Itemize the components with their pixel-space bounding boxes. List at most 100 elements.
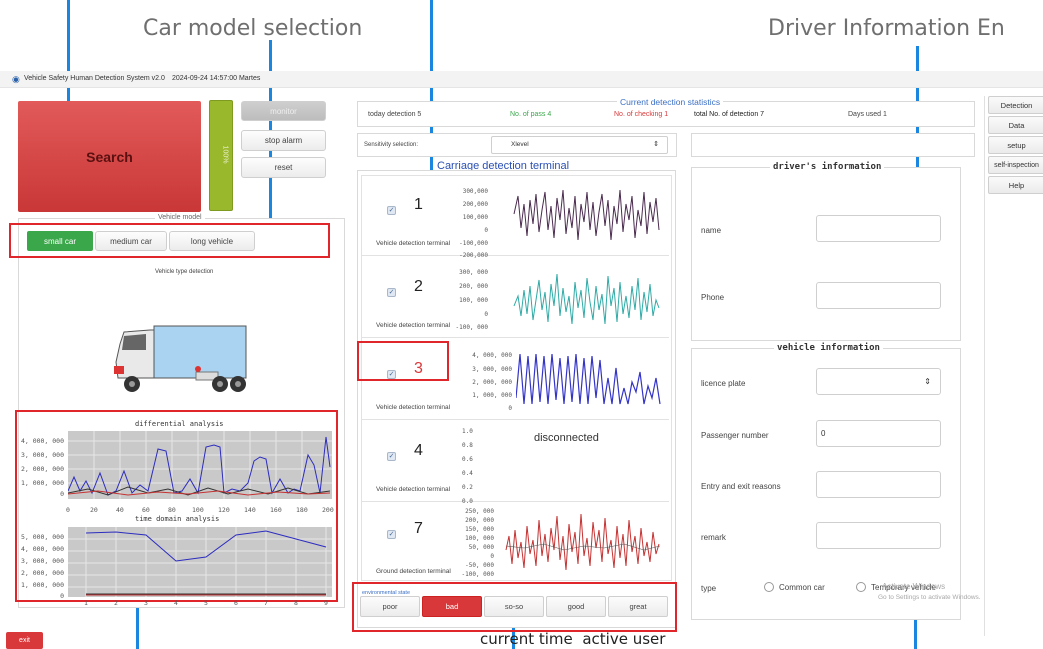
time-y-tick-0: 5, 000, 000 [20,533,64,541]
t4-y0: 1.0 [462,428,473,435]
t2-y4: -100, 000 [455,324,488,331]
time-analysis-chart [68,527,332,597]
sensitivity-value: Xlevel [511,141,529,148]
time-x-tick-7: 8 [294,599,298,607]
time-x-tick-6: 7 [264,599,268,607]
t1-y2: 100,000 [462,214,488,221]
reasons-label: Entry and exit reasons [701,482,781,491]
side-menu: Detection Data setup self-inspection Hel… [984,96,1043,636]
terminal-1-checkbox[interactable]: ✓ [387,206,396,215]
t7-y3: 100, 000 [465,535,494,542]
type-common-radio[interactable]: Common car [764,582,825,592]
select-arrow-icon: ⇕ [653,141,659,148]
terminal-7-label: Ground detection terminal [376,568,451,575]
terminal-3-highlight [357,341,449,381]
env-good-button[interactable]: good [546,596,606,617]
menu-help[interactable]: Help [988,176,1043,194]
time-x-tick-2: 3 [144,599,148,607]
env-great-button[interactable]: great [608,596,668,617]
menu-detection[interactable]: Detection [988,96,1043,114]
time-x-tick-5: 6 [234,599,238,607]
monitor-button[interactable]: monitor [241,101,326,121]
time-x-tick-4: 5 [204,599,208,607]
diff-y-tick-1: 3, 000, 000 [20,451,64,459]
driver-title: driver's information [770,162,885,172]
passenger-field[interactable]: 0 [816,420,941,447]
t3-y3: 1, 000, 000 [472,392,512,399]
sensitivity-select[interactable]: Xlevel ⇕ [491,136,668,154]
diff-analysis-chart [68,431,332,499]
env-bad-button[interactable]: bad [422,596,482,617]
t4-y2: 0.6 [462,456,473,463]
reasons-field[interactable] [816,471,941,498]
env-soso-button[interactable]: so-so [484,596,544,617]
terminal-row-2: ✓ 2 Vehicle detection terminal 300, 000 … [362,258,669,338]
vehicle-title: vehicle information [774,343,883,353]
remark-label: remark [701,533,726,542]
diff-x-tick-1: 20 [90,506,98,514]
phone-field[interactable] [816,282,941,309]
env-poor-button[interactable]: poor [360,596,420,617]
driver-panel [691,167,961,341]
environment-buttons: poor bad so-so good great [352,582,677,632]
t3-y4: 0 [508,405,512,412]
truck-illustration [114,325,247,392]
progress-label: 100% [221,145,229,164]
menu-setup[interactable]: setup [988,136,1043,154]
type-common-label: Common car [779,582,825,592]
diff-y-tick-0: 4, 000, 000 [20,437,64,445]
sensitivity-label: Sensitivity selection: [364,142,419,148]
name-field[interactable] [816,215,941,242]
exit-button[interactable]: exit [6,632,43,649]
time-y-tick-5: 0 [60,592,64,600]
t1-y1: 200,000 [462,201,488,208]
terminal-3-waveform [516,353,661,405]
car-tab-long[interactable]: long vehicle [169,231,255,251]
search-button[interactable]: Search [18,101,201,212]
diff-x-tick-8: 160 [270,506,282,514]
total-count: total No. of detection 7 [694,111,765,118]
terminal-1-label: Vehicle detection terminal [376,240,451,247]
diff-x-tick-7: 140 [244,506,256,514]
terminal-2-number: 2 [414,278,423,295]
terminal-2-checkbox[interactable]: ✓ [387,288,396,297]
t7-y2: 150, 000 [465,526,494,533]
statistics-title: Current detection statistics [617,97,724,107]
t1-y3: 0 [484,227,488,234]
t1-y4: -100,000 [459,240,488,247]
annotation-car-model: Car model selection [143,16,363,41]
diff-analysis-title: differential analysis [135,420,224,428]
plate-select[interactable]: ⇕ [816,368,941,395]
watermark-line2: Go to Settings to activate Windows. [878,594,981,601]
terminal-1-number: 1 [414,196,423,213]
car-tab-medium[interactable]: medium car [95,231,167,251]
checking-count: No. of checking 1 [614,111,669,118]
remark-field[interactable] [816,522,941,549]
terminal-7-checkbox[interactable]: ✓ [387,530,396,539]
diff-x-tick-0: 0 [66,506,70,514]
window-title: Vehicle Safety Human Detection System v2… [24,75,165,82]
diff-y-tick-2: 2, 000, 000 [20,465,64,473]
passenger-label: Passenger number [701,431,769,440]
time-y-tick-1: 4, 000, 000 [20,545,64,553]
radio-circle-icon [764,582,774,592]
terminal-1-waveform [513,189,660,241]
car-tab-small[interactable]: small car [27,231,93,251]
plate-select-arrow-icon: ⇕ [924,377,931,386]
menu-data[interactable]: Data [988,116,1043,134]
diff-x-tick-2: 40 [116,506,124,514]
terminal-row-1: ✓ 1 Vehicle detection terminal 300,000 2… [362,176,669,259]
stop-alarm-button[interactable]: stop alarm [241,130,326,151]
top-right-empty-panel [691,133,975,157]
menu-self-inspection[interactable]: self-inspection [988,156,1043,174]
watermark-line1: Activate Windows [882,582,946,591]
plate-label: licence plate [701,379,746,388]
reset-button[interactable]: reset [241,157,326,178]
t7-y7: -100, 000 [461,571,494,578]
terminal-4-checkbox[interactable]: ✓ [387,452,396,461]
today-detection: today detection 5 [368,111,422,118]
name-label: name [701,226,722,235]
t1-y0: 300,000 [462,188,488,195]
carriage-panel: ✓ 1 Vehicle detection terminal 300,000 2… [357,170,676,628]
time-x-tick-1: 2 [114,599,118,607]
